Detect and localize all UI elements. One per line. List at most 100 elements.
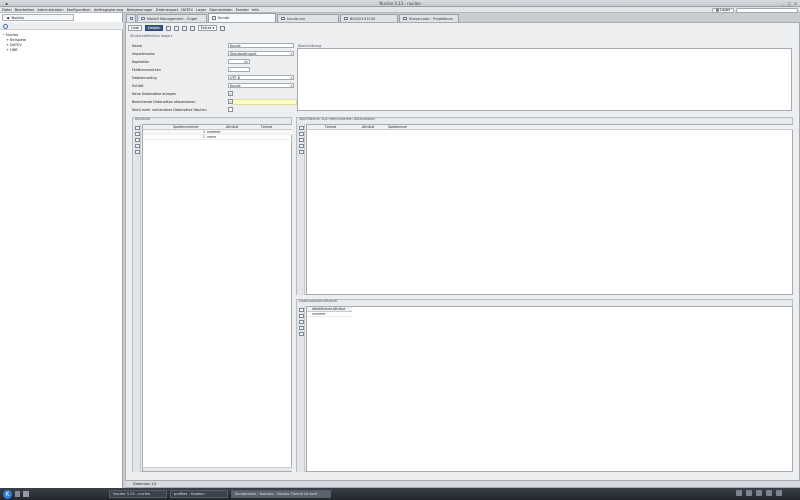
tab[interactable]: Steuercode - Projektions <box>399 14 459 22</box>
taskbar-item[interactable]: Nucleo 3.13 - nucleo <box>109 490 167 498</box>
delete-icon[interactable] <box>189 25 195 31</box>
edit-icon[interactable] <box>298 314 304 318</box>
select-field[interactable]: Kunde ▾ <box>228 83 294 88</box>
identifiers-table: Format Attribut Spaltennum <box>306 124 793 295</box>
refresh-icon[interactable] <box>3 23 8 29</box>
move-down-icon[interactable] <box>298 144 304 148</box>
list-view-button[interactable]: Liste <box>128 25 143 31</box>
chart-icon[interactable] <box>298 332 304 336</box>
menu-item[interactable]: Auftragsplanung <box>94 8 124 12</box>
column-header[interactable]: Spaltennum <box>388 125 407 129</box>
table-row[interactable]: nummer <box>307 312 352 317</box>
navigator-tab[interactable]: ▪ Nucleo <box>2 14 74 21</box>
expander-icon[interactable]: − <box>2 33 5 37</box>
field-value: ; <box>230 67 232 72</box>
menu-item[interactable]: Datei <box>2 8 12 12</box>
move-down-icon[interactable] <box>134 144 140 148</box>
form-row: Dateiencoding UTF-8 ▾ <box>132 75 302 80</box>
tree-item[interactable]: +HBR <box>2 48 26 53</box>
chevron-down-icon[interactable]: ▾ <box>290 84 292 88</box>
maximize-button[interactable]: □ <box>787 1 792 6</box>
details-view-button[interactable]: Details <box>145 25 163 31</box>
close-button[interactable]: × <box>793 1 798 6</box>
filter-icon[interactable] <box>181 25 187 31</box>
form-row: Entität Kunde ▾ <box>132 83 302 88</box>
terminal-icon[interactable] <box>23 491 29 497</box>
taskbar-item[interactable]: Kundenliste - Konsole - Nucleo Theme ist… <box>231 490 331 498</box>
settings-icon[interactable] <box>220 25 226 31</box>
field-label: Importmodus <box>132 51 155 56</box>
expander-icon[interactable]: + <box>6 48 9 52</box>
volume-icon[interactable] <box>746 490 752 496</box>
attribute-toolbar <box>133 124 141 472</box>
text-field[interactable]: 1 ⇕ <box>228 59 250 64</box>
tab[interactable]: 80020191230 <box>340 14 398 22</box>
taskbar-item[interactable]: profiles - Dolphin <box>170 490 228 498</box>
extras-menu-button[interactable]: Extras ▾ <box>197 25 218 31</box>
column-header[interactable]: Format <box>261 125 272 129</box>
text-field[interactable]: ; <box>228 67 250 72</box>
chevron-down-icon[interactable]: ▾ <box>290 76 292 80</box>
minimize-button[interactable]: _ <box>781 1 786 6</box>
network-icon[interactable] <box>736 490 742 496</box>
column-header[interactable]: Attribut <box>362 125 374 129</box>
add-icon[interactable] <box>134 126 140 130</box>
clipboard-icon[interactable] <box>766 490 772 496</box>
delete-icon[interactable] <box>298 320 304 324</box>
expander-icon[interactable]: + <box>6 43 9 47</box>
desktop-icon[interactable] <box>15 491 20 497</box>
start-menu-icon[interactable]: K <box>3 489 12 499</box>
field-label: Entität <box>132 83 144 88</box>
tab[interactable] <box>126 14 136 22</box>
menu-item[interactable]: Administration <box>37 8 63 12</box>
description-textarea[interactable] <box>297 48 792 111</box>
edit-icon[interactable] <box>298 132 304 136</box>
tab-label: 80020191230 <box>350 16 376 21</box>
pin-icon: ▪ <box>7 15 10 20</box>
checkbox[interactable]: ✓ <box>228 99 233 104</box>
battery-icon[interactable] <box>756 490 762 496</box>
refresh-icon[interactable] <box>173 25 179 31</box>
chevron-down-icon[interactable]: ▾ <box>290 52 292 56</box>
delete-icon[interactable] <box>298 138 304 142</box>
chart-icon[interactable] <box>134 150 140 154</box>
tab[interactable]: kunde.csv <box>277 14 339 22</box>
tab[interactable]: Kunde <box>208 13 276 22</box>
update-icon[interactable] <box>776 490 782 496</box>
chart-icon[interactable] <box>298 150 304 154</box>
menu-item[interactable]: Bearbeiten <box>15 8 35 12</box>
column-header[interactable]: Spaltennummer <box>173 125 199 129</box>
menu-item[interactable]: Stammdaten <box>209 8 232 12</box>
edit-icon[interactable] <box>134 132 140 136</box>
spinner-icon[interactable]: ⇕ <box>245 60 248 64</box>
table-row[interactable]: 2 name <box>143 135 292 140</box>
checkbox[interactable]: ✓ <box>228 91 233 96</box>
taskbar-item-label: profiles - Dolphin <box>174 492 205 496</box>
menu-item[interactable]: Lager <box>196 8 206 12</box>
menu-item[interactable]: Belegmanager <box>126 8 152 12</box>
menu-item[interactable]: Fenster <box>236 8 249 12</box>
column-header[interactable]: Attribut <box>226 125 238 129</box>
select-field[interactable]: UTF-8 ▾ <box>228 75 294 80</box>
move-down-icon[interactable] <box>298 326 304 330</box>
field-value: Standardimport <box>230 51 257 56</box>
horizontal-scrollbar[interactable] <box>143 467 292 471</box>
tree-item-label: Beispiele <box>10 38 27 42</box>
checkbox[interactable] <box>228 107 233 112</box>
select-field[interactable]: Standardimport ▾ <box>228 51 294 56</box>
cell-value: name <box>207 135 217 139</box>
menu-item[interactable]: DATEV <box>181 8 193 12</box>
add-icon[interactable] <box>298 126 304 130</box>
menu-item[interactable]: Datenexport <box>156 8 179 12</box>
column-header[interactable]: Format <box>325 125 336 129</box>
tab[interactable]: Modell Management - Engel <box>137 14 207 22</box>
save-icon[interactable] <box>165 25 171 31</box>
expander-icon[interactable]: + <box>6 38 9 42</box>
delete-icon[interactable] <box>134 138 140 142</box>
menu-item[interactable]: Konfiguration <box>67 8 91 12</box>
field-label: Name <box>132 43 143 48</box>
text-field[interactable]: Kunde <box>228 43 294 48</box>
column-header[interactable]: Identifizierer-Attribut <box>312 307 345 311</box>
add-icon[interactable] <box>298 308 304 312</box>
menu-item[interactable]: Info <box>252 8 259 12</box>
